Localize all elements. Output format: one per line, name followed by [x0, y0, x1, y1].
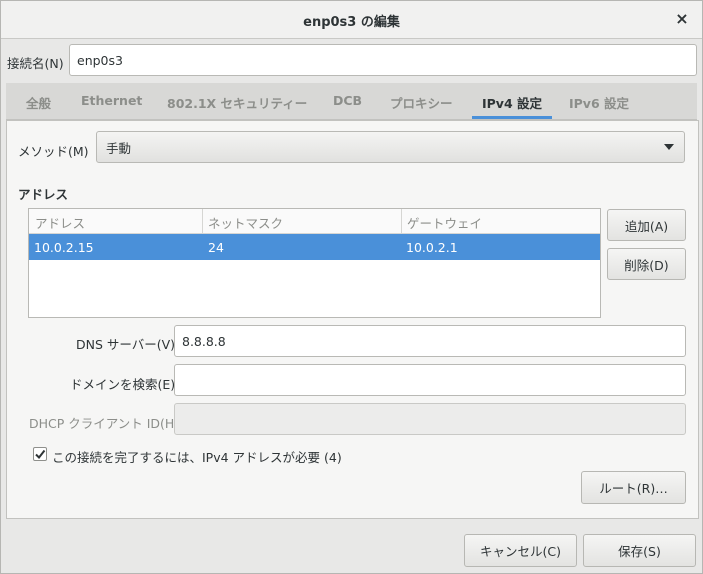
title-bar: enp0s3 の編集 ×: [1, 1, 702, 39]
delete-button[interactable]: 削除(D): [607, 248, 686, 280]
cell-address: 10.0.2.15: [34, 240, 94, 255]
addresses-section-title: アドレス: [18, 187, 69, 202]
column-divider: [202, 209, 203, 233]
connection-name-label: 接続名(N): [7, 56, 64, 71]
dns-servers-label: DNS サーバー(V): [76, 337, 176, 352]
column-header-gateway[interactable]: ゲートウェイ: [407, 213, 482, 232]
method-label: メソッド(M): [18, 144, 89, 159]
method-dropdown[interactable]: 手動: [96, 131, 685, 163]
tab-proxy[interactable]: プロキシー: [390, 93, 453, 112]
dns-servers-value: 8.8.8.8: [182, 333, 226, 349]
save-button[interactable]: 保存(S): [583, 534, 696, 567]
tab-general[interactable]: 全般: [26, 93, 51, 112]
search-domains-label: ドメインを検索(E): [70, 377, 176, 392]
cancel-button[interactable]: キャンセル(C): [464, 534, 577, 567]
cell-gateway: 10.0.2.1: [406, 240, 458, 255]
routes-button[interactable]: ルート(R)…: [581, 471, 686, 504]
checkmark-icon: [35, 449, 46, 460]
column-header-address[interactable]: アドレス: [35, 213, 85, 232]
table-row[interactable]: 10.0.2.15 24 10.0.2.1: [29, 234, 600, 260]
add-button[interactable]: 追加(A): [607, 209, 686, 241]
require-ipv4-label[interactable]: この接続を完了するには、IPv4 アドレスが必要 (4): [52, 447, 342, 466]
close-icon[interactable]: ×: [672, 9, 692, 29]
addresses-table[interactable]: アドレス ネットマスク ゲートウェイ 10.0.2.15 24 10.0.2.1: [28, 208, 601, 318]
search-domains-input[interactable]: [174, 364, 686, 396]
dhcp-client-id-input: [174, 403, 686, 435]
tab-8021x-security[interactable]: 802.1X セキュリティー: [167, 93, 307, 112]
connection-name-input[interactable]: enp0s3: [69, 44, 697, 76]
tab-ipv6-settings[interactable]: IPv6 設定: [569, 93, 629, 112]
window-title: enp0s3 の編集: [303, 15, 400, 30]
require-ipv4-checkbox[interactable]: [33, 447, 47, 461]
dns-servers-input[interactable]: 8.8.8.8: [174, 325, 686, 357]
tab-ethernet[interactable]: Ethernet: [81, 93, 142, 108]
column-divider: [401, 209, 402, 233]
tab-ipv4-settings[interactable]: IPv4 設定: [471, 93, 553, 119]
edit-connection-window: enp0s3 の編集 × 接続名(N) enp0s3 全般 Ethernet 8…: [0, 0, 703, 574]
column-header-netmask[interactable]: ネットマスク: [208, 213, 283, 232]
dhcp-client-id-label: DHCP クライアント ID(H): [29, 416, 180, 431]
method-value: 手動: [106, 140, 132, 156]
addresses-table-header: アドレス ネットマスク ゲートウェイ: [29, 209, 600, 234]
tab-bar: 全般 Ethernet 802.1X セキュリティー DCB プロキシー IPv…: [6, 83, 697, 120]
cell-netmask: 24: [208, 240, 224, 255]
connection-name-value: enp0s3: [77, 52, 123, 68]
tab-dcb[interactable]: DCB: [333, 93, 362, 108]
dropdown-arrow-icon: [664, 144, 674, 150]
